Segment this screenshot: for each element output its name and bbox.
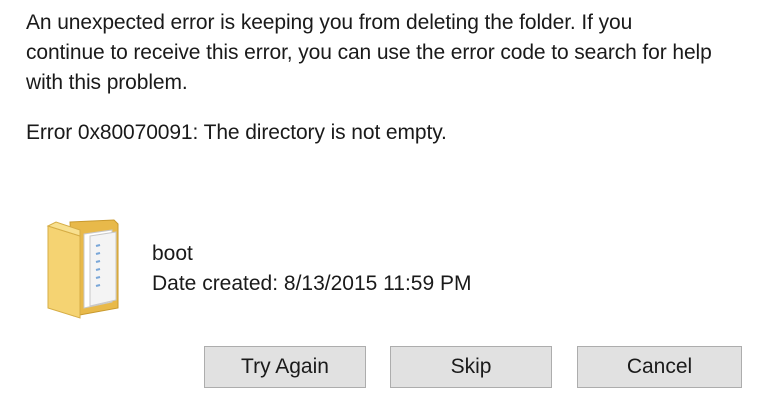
error-message-line: An unexpected error is keeping you from …	[26, 11, 633, 34]
error-code-text: Error 0x80070091: The directory is not e…	[26, 121, 447, 144]
error-message: An unexpected error is keeping you from …	[26, 8, 756, 98]
file-name: boot	[152, 242, 193, 265]
error-message-line: with this problem.	[26, 71, 188, 94]
try-again-button[interactable]: Try Again	[204, 346, 366, 388]
cancel-button[interactable]: Cancel	[577, 346, 742, 388]
error-message-line: continue to receive this error, you can …	[26, 41, 712, 64]
file-date-created: Date created: 8/13/2015 11:59 PM	[152, 272, 472, 295]
folder-icon	[44, 216, 126, 320]
skip-button[interactable]: Skip	[390, 346, 552, 388]
error-dialog: An unexpected error is keeping you from …	[0, 0, 772, 406]
